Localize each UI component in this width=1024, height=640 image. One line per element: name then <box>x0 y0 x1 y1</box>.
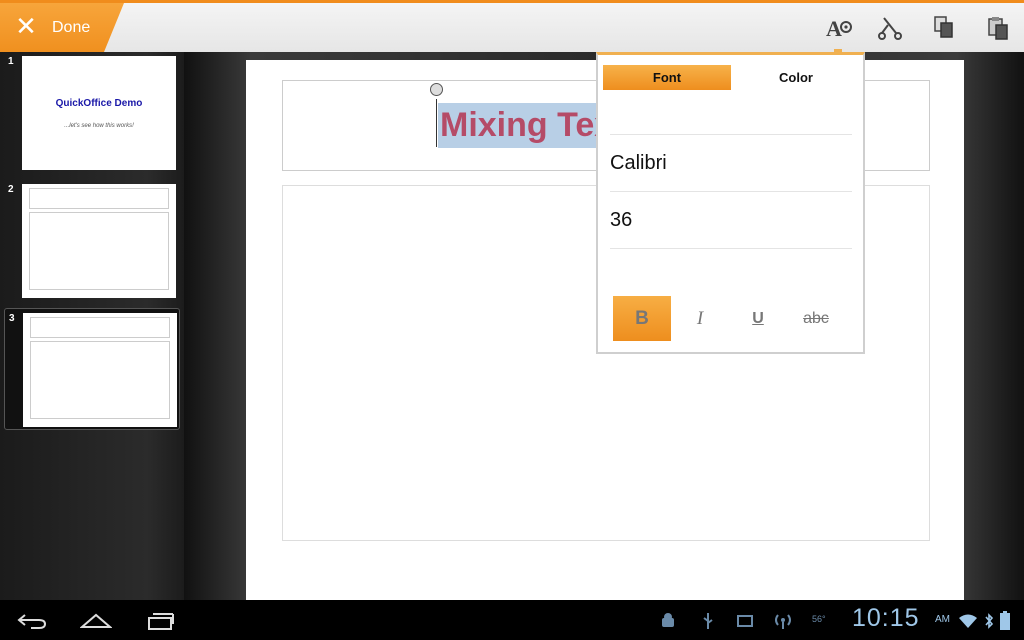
slide-thumbnail-rail: 1 QuickOffice Demo ...let's see how this… <box>0 52 184 600</box>
paste-icon[interactable] <box>983 13 1013 43</box>
slide-preview[interactable]: QuickOffice Demo ...let's see how this w… <box>22 56 176 170</box>
slide-number: 2 <box>8 184 14 195</box>
text-cursor <box>436 99 437 147</box>
svg-text:A: A <box>826 16 842 41</box>
slide-number: 1 <box>8 56 14 67</box>
wifi-icon <box>957 610 979 632</box>
slide-thumb-1[interactable]: 1 QuickOffice Demo ...let's see how this… <box>4 52 180 174</box>
close-icon: ✕ <box>15 12 37 42</box>
tab-color[interactable]: Color <box>732 65 860 90</box>
copy-icon[interactable] <box>929 13 959 43</box>
done-label: Done <box>52 18 91 36</box>
back-icon[interactable] <box>14 608 50 634</box>
font-format-popup: Font Color Calibri 36 B I U abc <box>596 49 865 354</box>
usb-icon <box>698 610 718 632</box>
font-size-field[interactable]: 36 <box>610 192 852 249</box>
slide-number: 3 <box>9 313 15 324</box>
text-format-icon[interactable]: A <box>824 13 854 43</box>
android-debug-icon <box>658 610 678 632</box>
cut-icon[interactable] <box>876 13 906 43</box>
bluetooth-icon <box>982 610 996 632</box>
content-placeholder <box>30 341 170 419</box>
underline-button[interactable]: U <box>729 296 787 341</box>
recent-apps-icon[interactable] <box>142 608 178 634</box>
hotspot-icon <box>770 610 796 632</box>
slide-title: QuickOffice Demo <box>55 98 143 109</box>
slide-subtitle: ...let's see how this works! <box>64 123 134 129</box>
strikethrough-button[interactable]: abc <box>787 296 845 341</box>
screenshot-icon <box>734 610 756 632</box>
slide-thumb-2[interactable]: 2 <box>4 180 180 302</box>
slide-preview[interactable] <box>22 184 176 298</box>
bold-button[interactable]: B <box>613 296 671 341</box>
popup-caret <box>834 49 842 55</box>
font-name-field[interactable]: Calibri <box>610 135 852 192</box>
selected-title-text[interactable]: Mixing Text <box>438 103 600 148</box>
slide-thumb-3[interactable]: 3 <box>4 308 180 430</box>
temperature-readout: 56° <box>812 614 826 624</box>
clock-ampm: AM <box>935 614 950 625</box>
selection-handle[interactable] <box>430 83 443 96</box>
tab-font[interactable]: Font <box>603 65 731 90</box>
done-button[interactable]: ✕ Done <box>0 3 124 52</box>
title-placeholder <box>29 188 169 209</box>
home-icon[interactable] <box>78 608 114 634</box>
clock-time: 10:15 <box>852 604 920 632</box>
action-bar: ✕ Done A <box>0 0 1024 52</box>
content-placeholder <box>29 212 169 290</box>
title-placeholder <box>30 317 170 338</box>
system-navigation-bar: 56° 10:15 AM <box>0 600 1024 640</box>
popup-divider <box>610 100 852 135</box>
italic-button[interactable]: I <box>671 296 729 341</box>
battery-icon <box>998 610 1012 632</box>
slide-preview[interactable] <box>23 313 177 427</box>
